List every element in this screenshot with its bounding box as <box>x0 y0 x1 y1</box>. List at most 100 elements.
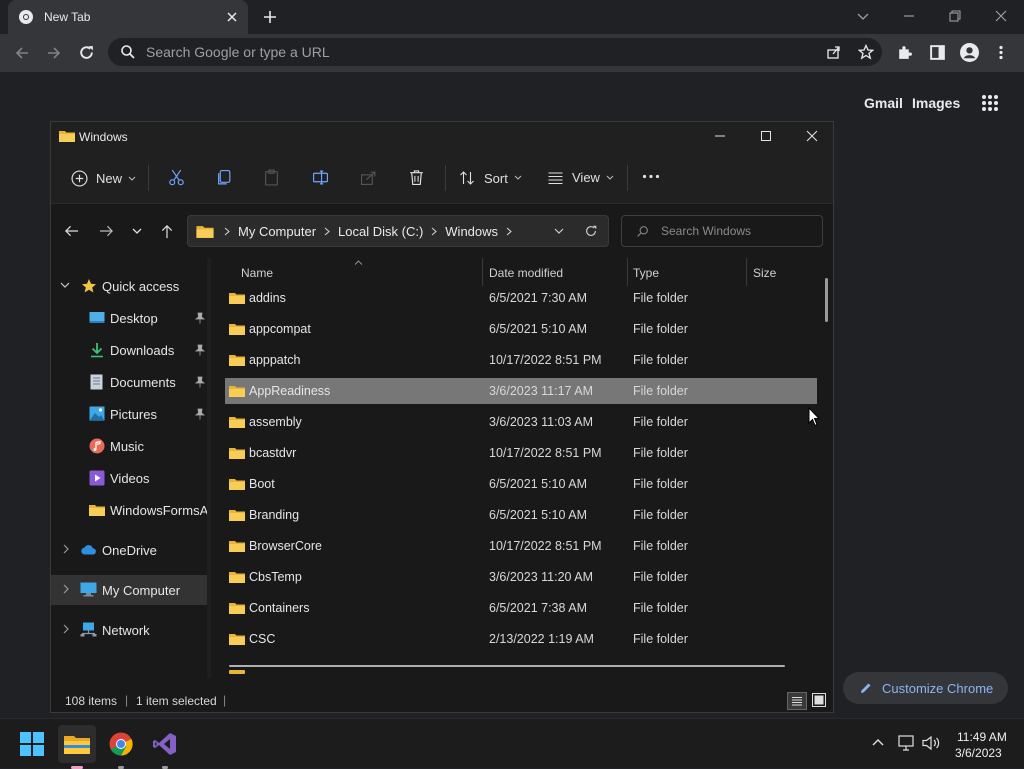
file-row[interactable]: bcastdvr 10/17/2022 8:51 PM File folder <box>225 440 817 466</box>
column-header-type[interactable]: Type <box>633 266 659 280</box>
nav-windowsformsapp[interactable]: WindowsFormsAp <box>51 495 209 525</box>
nav-music[interactable]: Music <box>51 431 209 461</box>
taskbar-file-explorer[interactable] <box>58 725 96 769</box>
customize-chrome-button[interactable]: Customize Chrome <box>843 672 1008 704</box>
rename-icon[interactable] <box>312 169 329 186</box>
column-header-date-modified[interactable]: Date modified <box>489 266 563 280</box>
column-divider[interactable] <box>627 258 628 286</box>
download-icon <box>89 342 105 358</box>
more-options-icon[interactable] <box>642 174 660 179</box>
chrome-close-icon[interactable] <box>994 9 1008 23</box>
share-icon[interactable] <box>360 169 377 186</box>
delete-trash-icon[interactable] <box>408 169 425 186</box>
visual-studio-icon <box>153 732 177 756</box>
nav-desktop[interactable]: Desktop <box>51 303 209 333</box>
file-date-modified: 2/13/2022 1:19 AM <box>489 632 594 646</box>
column-divider[interactable] <box>482 258 483 286</box>
chevron-right-icon[interactable] <box>63 544 70 554</box>
close-tab-icon[interactable] <box>226 11 238 23</box>
omnibox[interactable]: Search Google or type a URL <box>108 38 882 66</box>
chrome-minimize-icon[interactable] <box>902 9 916 23</box>
side-panel-icon[interactable] <box>929 44 946 61</box>
vertical-scrollbar-thumb[interactable] <box>825 278 828 322</box>
file-row[interactable]: AppReadiness 3/6/2023 11:17 AM File folder <box>225 378 817 404</box>
images-link[interactable]: Images <box>912 95 960 111</box>
nav-onedrive[interactable]: OneDrive <box>51 535 209 565</box>
tab-new-tab[interactable]: New Tab <box>8 0 248 34</box>
column-divider[interactable] <box>746 258 747 286</box>
file-row[interactable]: apppatch 10/17/2022 8:51 PM File folder <box>225 347 817 373</box>
item-count: 108 items <box>65 694 118 708</box>
copy-icon[interactable] <box>216 169 233 186</box>
explorer-minimize-icon[interactable] <box>714 130 726 142</box>
profile-avatar-icon[interactable] <box>960 43 979 62</box>
file-row[interactable]: assembly 3/6/2023 11:03 AM File folder <box>225 409 817 435</box>
explorer-close-icon[interactable] <box>806 130 818 142</box>
search-windows-input[interactable]: Search Windows <box>621 215 823 247</box>
nav-downloads[interactable]: Downloads <box>51 335 209 365</box>
recent-locations-chevron-icon[interactable] <box>132 228 142 235</box>
breadcrumb-my-computer[interactable]: My Computer <box>238 224 316 239</box>
start-button[interactable] <box>13 725 51 763</box>
network-status-icon[interactable] <box>898 735 916 751</box>
gmail-link[interactable]: Gmail <box>864 95 903 111</box>
share-icon[interactable] <box>826 44 842 60</box>
volume-icon[interactable] <box>922 735 940 751</box>
chrome-restore-icon[interactable] <box>948 9 962 23</box>
column-header-name[interactable]: Name <box>241 266 273 280</box>
back-arrow-icon[interactable] <box>64 224 79 238</box>
forward-arrow-icon[interactable] <box>99 224 114 238</box>
folder-icon <box>89 503 105 517</box>
nav-my-computer[interactable]: My Computer <box>51 575 207 605</box>
chrome-tab-strip: New Tab <box>0 0 1024 34</box>
clock-date[interactable]: 3/6/2023 <box>955 746 1002 760</box>
large-icons-view-icon[interactable] <box>812 693 826 707</box>
file-row[interactable]: CSC 2/13/2022 1:19 AM File folder <box>225 626 817 652</box>
explorer-maximize-icon[interactable] <box>760 130 772 142</box>
nav-network[interactable]: Network <box>51 615 209 645</box>
chrome-menu-kebab-icon[interactable] <box>998 44 1004 61</box>
file-row[interactable]: appcompat 6/5/2021 5:10 AM File folder <box>225 316 817 342</box>
nav-pictures[interactable]: Pictures <box>51 399 209 429</box>
file-row[interactable]: BrowserCore 10/17/2022 8:51 PM File folder <box>225 533 817 559</box>
nav-quick-access[interactable]: Quick access <box>51 271 209 301</box>
horizontal-scrollbar-thumb[interactable] <box>229 665 785 667</box>
bookmark-star-icon[interactable] <box>858 44 874 60</box>
plus-circle-icon <box>71 170 88 187</box>
chevron-right-icon[interactable] <box>63 624 70 634</box>
column-header-size[interactable]: Size <box>753 266 776 280</box>
breadcrumb-windows[interactable]: Windows <box>445 224 498 239</box>
refresh-icon[interactable] <box>584 224 598 238</box>
up-arrow-icon[interactable] <box>160 224 174 239</box>
chevron-right-icon[interactable] <box>63 584 70 594</box>
folder-icon <box>196 224 214 239</box>
forward-arrow-icon[interactable] <box>46 45 62 61</box>
address-history-chevron-icon[interactable] <box>554 228 564 235</box>
back-arrow-icon[interactable] <box>14 45 30 61</box>
taskbar-chrome[interactable] <box>102 725 140 769</box>
cut-icon[interactable] <box>168 169 185 186</box>
paste-icon[interactable] <box>263 169 280 186</box>
new-button[interactable]: New <box>71 170 136 187</box>
clock-time[interactable]: 11:49 AM <box>957 730 1007 744</box>
file-row[interactable]: addins 6/5/2021 7:30 AM File folder <box>225 285 817 311</box>
tab-search-chevron-icon[interactable] <box>856 9 870 23</box>
show-hidden-icons-chevron-icon[interactable] <box>872 738 884 746</box>
nav-documents[interactable]: Documents <box>51 367 209 397</box>
new-tab-icon[interactable] <box>262 9 278 25</box>
breadcrumb-local-disk[interactable]: Local Disk (C:) <box>338 224 423 239</box>
file-row[interactable]: Containers 6/5/2021 7:38 AM File folder <box>225 595 817 621</box>
nav-videos[interactable]: Videos <box>51 463 209 493</box>
file-row[interactable]: Boot 6/5/2021 5:10 AM File folder <box>225 471 817 497</box>
details-view-icon[interactable] <box>787 692 807 710</box>
file-row[interactable]: CbsTemp 3/6/2023 11:20 AM File folder <box>225 564 817 590</box>
google-apps-grid-icon[interactable] <box>981 94 999 112</box>
extensions-puzzle-icon[interactable] <box>896 44 913 61</box>
reload-icon[interactable] <box>78 44 95 61</box>
view-button[interactable]: View <box>547 170 614 185</box>
address-bar[interactable]: My Computer Local Disk (C:) Windows <box>187 215 609 247</box>
sort-button[interactable]: Sort <box>459 170 522 186</box>
file-row[interactable]: Branding 6/5/2021 5:10 AM File folder <box>225 502 817 528</box>
taskbar-visual-studio[interactable] <box>146 725 184 769</box>
chevron-down-icon[interactable] <box>60 282 70 289</box>
